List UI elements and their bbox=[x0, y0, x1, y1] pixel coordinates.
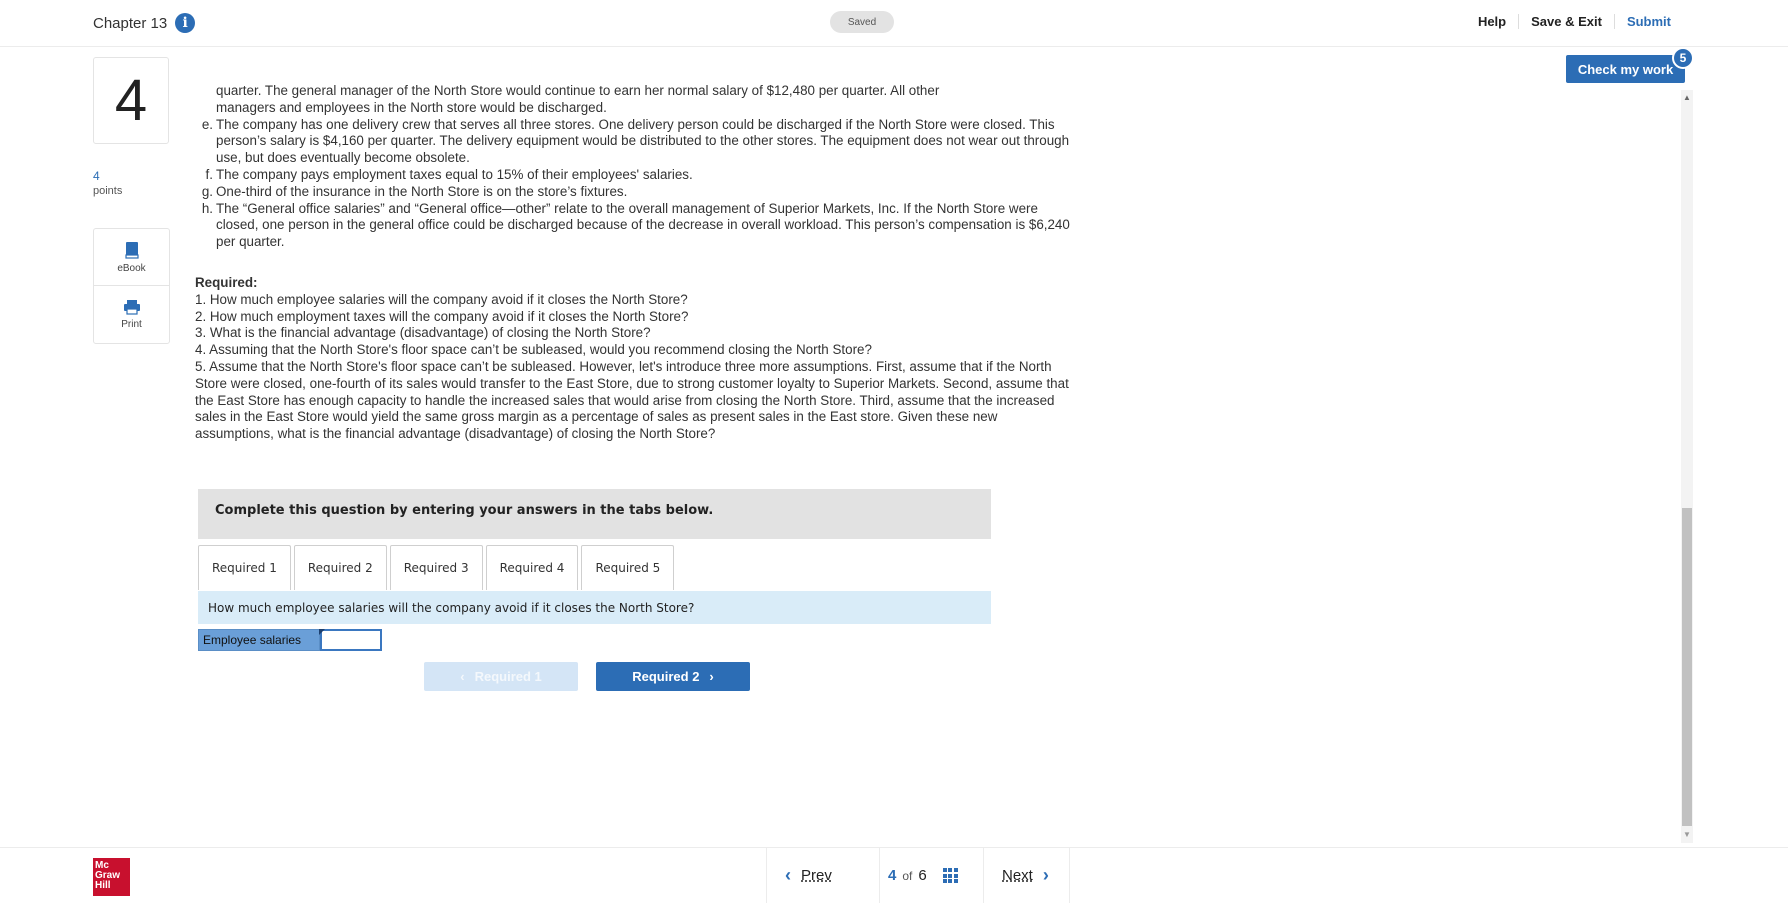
field-marker-icon bbox=[319, 629, 325, 635]
tab-required-2[interactable]: Required 2 bbox=[293, 545, 387, 590]
attempts-badge: 5 bbox=[1672, 47, 1694, 69]
mcgraw-hill-logo: Mc Graw Hill bbox=[93, 858, 130, 896]
item-text: The company has one delivery crew that s… bbox=[216, 116, 1070, 166]
required-item-3: 3. What is the financial advantage (disa… bbox=[195, 325, 651, 341]
question-content: quarter. The general manager of the Nort… bbox=[195, 83, 1075, 443]
required-item-2: 2. How much employment taxes will the co… bbox=[195, 308, 689, 324]
required-item-5: 5. Assume that the North Store's floor s… bbox=[195, 358, 1069, 442]
required-item-1: 1. How much employee salaries will the c… bbox=[195, 291, 688, 307]
printer-icon bbox=[123, 299, 140, 315]
item-label: h. bbox=[201, 200, 213, 216]
chevron-right-icon: › bbox=[709, 669, 714, 684]
tab-required-1[interactable]: Required 1 bbox=[198, 545, 291, 590]
next-question-button[interactable]: Next › bbox=[984, 865, 1049, 886]
active-question-text: How much employee salaries will the comp… bbox=[208, 600, 695, 615]
scrollbar[interactable]: ▲ ▼ bbox=[1681, 90, 1693, 843]
prev-label: Prev bbox=[801, 867, 832, 884]
item-label: g. bbox=[201, 183, 213, 199]
chapter-title: Chapter 13 i bbox=[93, 13, 196, 33]
tab-required-4[interactable]: Required 4 bbox=[485, 545, 579, 590]
employee-salaries-input[interactable] bbox=[320, 629, 382, 651]
scrollbar-thumb[interactable] bbox=[1682, 508, 1692, 826]
print-button[interactable]: Print bbox=[94, 285, 169, 342]
instruction-text: Complete this question by entering your … bbox=[215, 503, 714, 518]
instruction-box: Complete this question by entering your … bbox=[198, 489, 991, 539]
chevron-right-icon: › bbox=[1042, 865, 1049, 885]
question-pager: ‹ Prev 4 of 6 Next › bbox=[766, 848, 1070, 903]
list-item: g. One-third of the insurance in the Nor… bbox=[195, 184, 1075, 201]
info-icon[interactable]: i bbox=[175, 13, 196, 33]
item-text: One-third of the insurance in the North … bbox=[216, 183, 628, 199]
chevron-left-icon: ‹ bbox=[460, 669, 465, 684]
scroll-down-icon[interactable]: ▼ bbox=[1681, 829, 1693, 841]
points-value: 4 bbox=[93, 169, 100, 183]
of-label: of bbox=[902, 868, 913, 883]
tool-panel: eBook Print bbox=[93, 228, 170, 344]
points-label: points bbox=[93, 185, 123, 197]
next-required-label: Required 2 bbox=[632, 669, 700, 684]
required-tabs: Required 1 Required 2 Required 3 Require… bbox=[198, 545, 991, 593]
total-questions: 6 bbox=[918, 867, 927, 884]
list-item: f. The company pays employment taxes equ… bbox=[195, 167, 1075, 184]
top-bar: Chapter 13 i Saved Help Save & Exit Subm… bbox=[0, 0, 1788, 47]
saved-status-badge: Saved bbox=[830, 11, 894, 33]
question-number: 4 bbox=[93, 57, 169, 144]
tab-required-5[interactable]: Required 5 bbox=[581, 545, 675, 590]
ebook-button[interactable]: eBook bbox=[94, 229, 169, 285]
tab-required-3[interactable]: Required 3 bbox=[389, 545, 483, 590]
chapter-label: Chapter 13 bbox=[93, 14, 168, 32]
chevron-left-icon: ‹ bbox=[785, 865, 791, 885]
active-question-bar: How much employee salaries will the comp… bbox=[198, 591, 991, 624]
item-label: e. bbox=[201, 116, 213, 132]
check-my-work-button[interactable]: Check my work bbox=[1566, 55, 1685, 83]
save-exit-link[interactable]: Save & Exit bbox=[1518, 14, 1614, 29]
list-item: quarter. The general manager of the Nort… bbox=[195, 83, 1075, 117]
next-label: Next bbox=[1002, 867, 1033, 884]
item-text: The “General office salaries” and “Gener… bbox=[216, 200, 1070, 250]
help-link[interactable]: Help bbox=[1466, 14, 1518, 29]
footer-bar: Mc Graw Hill ‹ Prev 4 of 6 Next › bbox=[0, 847, 1788, 903]
book-icon bbox=[124, 241, 139, 259]
prev-required-label: Required 1 bbox=[474, 669, 542, 684]
required-item-4: 4. Assuming that the North Store's floor… bbox=[195, 342, 872, 358]
list-item: h. The “General office salaries” and “Ge… bbox=[195, 201, 1075, 251]
next-required-button[interactable]: Required 2 › bbox=[596, 662, 750, 691]
partial-item-text-1: quarter. The general manager of the Nort… bbox=[216, 83, 940, 98]
item-text: The company pays employment taxes equal … bbox=[216, 166, 693, 182]
prev-required-button[interactable]: ‹ Required 1 bbox=[424, 662, 578, 691]
prev-question-button[interactable]: ‹ Prev bbox=[767, 865, 879, 886]
print-label: Print bbox=[121, 318, 142, 330]
header-links: Help Save & Exit Submit bbox=[1466, 14, 1683, 29]
partial-item-text-2: managers and employees in the North stor… bbox=[216, 99, 607, 115]
employee-salaries-label: Employee salaries bbox=[198, 629, 320, 651]
current-question: 4 bbox=[888, 867, 897, 884]
submit-link[interactable]: Submit bbox=[1613, 14, 1683, 29]
ebook-label: eBook bbox=[117, 262, 146, 274]
grid-icon[interactable] bbox=[942, 868, 958, 883]
question-counter[interactable]: 4 of 6 bbox=[879, 848, 984, 903]
required-heading: Required: bbox=[195, 274, 258, 290]
list-item: e. The company has one delivery crew tha… bbox=[195, 117, 1075, 167]
item-label: f. bbox=[205, 166, 213, 182]
answer-row: Employee salaries bbox=[198, 629, 382, 651]
scroll-up-icon[interactable]: ▲ bbox=[1681, 92, 1693, 104]
